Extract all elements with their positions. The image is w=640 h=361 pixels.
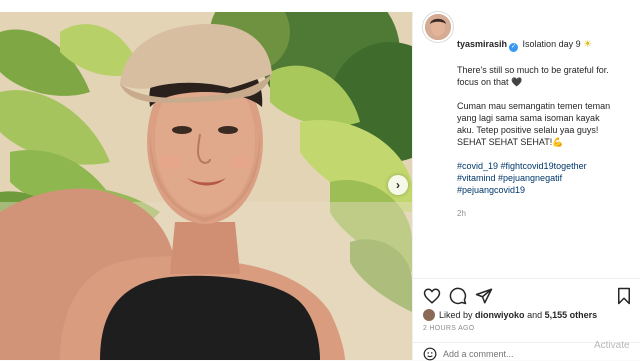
liker-username[interactable]: dionwiyoko: [475, 310, 525, 320]
caption-body: Cuman mau semangatin temen teman yang la…: [457, 100, 633, 148]
comment-input[interactable]: [443, 347, 593, 361]
caption-line: Cuman mau semangatin temen teman: [457, 101, 611, 111]
hashtag-line[interactable]: #covid_19 #fightcovid19together: [457, 160, 633, 172]
chevron-right-icon: ›: [396, 178, 400, 192]
caption-line: aku. Tetep positive selalu yaa guys!: [457, 125, 599, 135]
post-side-panel: tyasmirasih ✓ Isolation day 9 ☀ There's s…: [412, 12, 640, 361]
caption-line: yang lagi sama sama isoman kayak: [457, 113, 600, 123]
black-heart-emoji-icon: 🖤: [511, 77, 523, 87]
post-photo[interactable]: ›: [0, 12, 412, 360]
likes-summary: Liked by dionwiyoko and 5,155 others: [423, 307, 597, 323]
bookmark-icon[interactable]: [615, 287, 633, 305]
caption-line: focus on that 🖤: [457, 77, 523, 87]
hashtag-list: #covid_19 #fightcovid19together #vitamin…: [457, 160, 633, 196]
comment-icon[interactable]: [449, 287, 467, 305]
caption-timestamp[interactable]: 2h: [457, 208, 633, 220]
likes-count[interactable]: 5,155 others: [545, 310, 598, 320]
author-username[interactable]: tyasmirasih: [457, 39, 507, 49]
sun-emoji-icon: ☀: [583, 39, 593, 50]
post-location[interactable]: Isolation day 9: [523, 39, 581, 49]
author-avatar[interactable]: [423, 12, 453, 42]
selfie-image: [0, 12, 412, 360]
activate-watermark: Activate: [594, 340, 630, 351]
caption-intro: There's still so much to be grateful for…: [457, 64, 633, 88]
hashtag-line[interactable]: #vitamind #pejuangnegatif: [457, 172, 633, 184]
caption-line: There's still so much to be grateful for…: [457, 65, 609, 75]
emoji-icon[interactable]: [423, 347, 437, 361]
flexed-arm-emoji-icon: 💪: [552, 137, 564, 147]
hashtag-line[interactable]: #pejuangcovid19: [457, 184, 633, 196]
verified-badge-icon: ✓: [509, 43, 519, 52]
post-timestamp[interactable]: 2 HOURS AGO: [423, 325, 475, 332]
caption-header: tyasmirasih ✓ Isolation day 9 ☀: [457, 38, 633, 52]
avatar-image: [425, 14, 451, 40]
caption-line: SEHAT SEHAT SEHAT!💪: [457, 137, 564, 147]
paper-plane-icon[interactable]: [475, 287, 493, 305]
top-strip: [0, 0, 640, 12]
liker-avatar: [423, 309, 435, 321]
likes-prefix: Liked by: [439, 310, 473, 320]
likes-and: and: [527, 310, 543, 320]
heart-icon[interactable]: [423, 287, 441, 305]
carousel-next-button[interactable]: ›: [388, 175, 408, 195]
caption-block: tyasmirasih ✓ Isolation day 9 ☀ There's s…: [457, 38, 633, 220]
action-bar: [413, 278, 640, 307]
